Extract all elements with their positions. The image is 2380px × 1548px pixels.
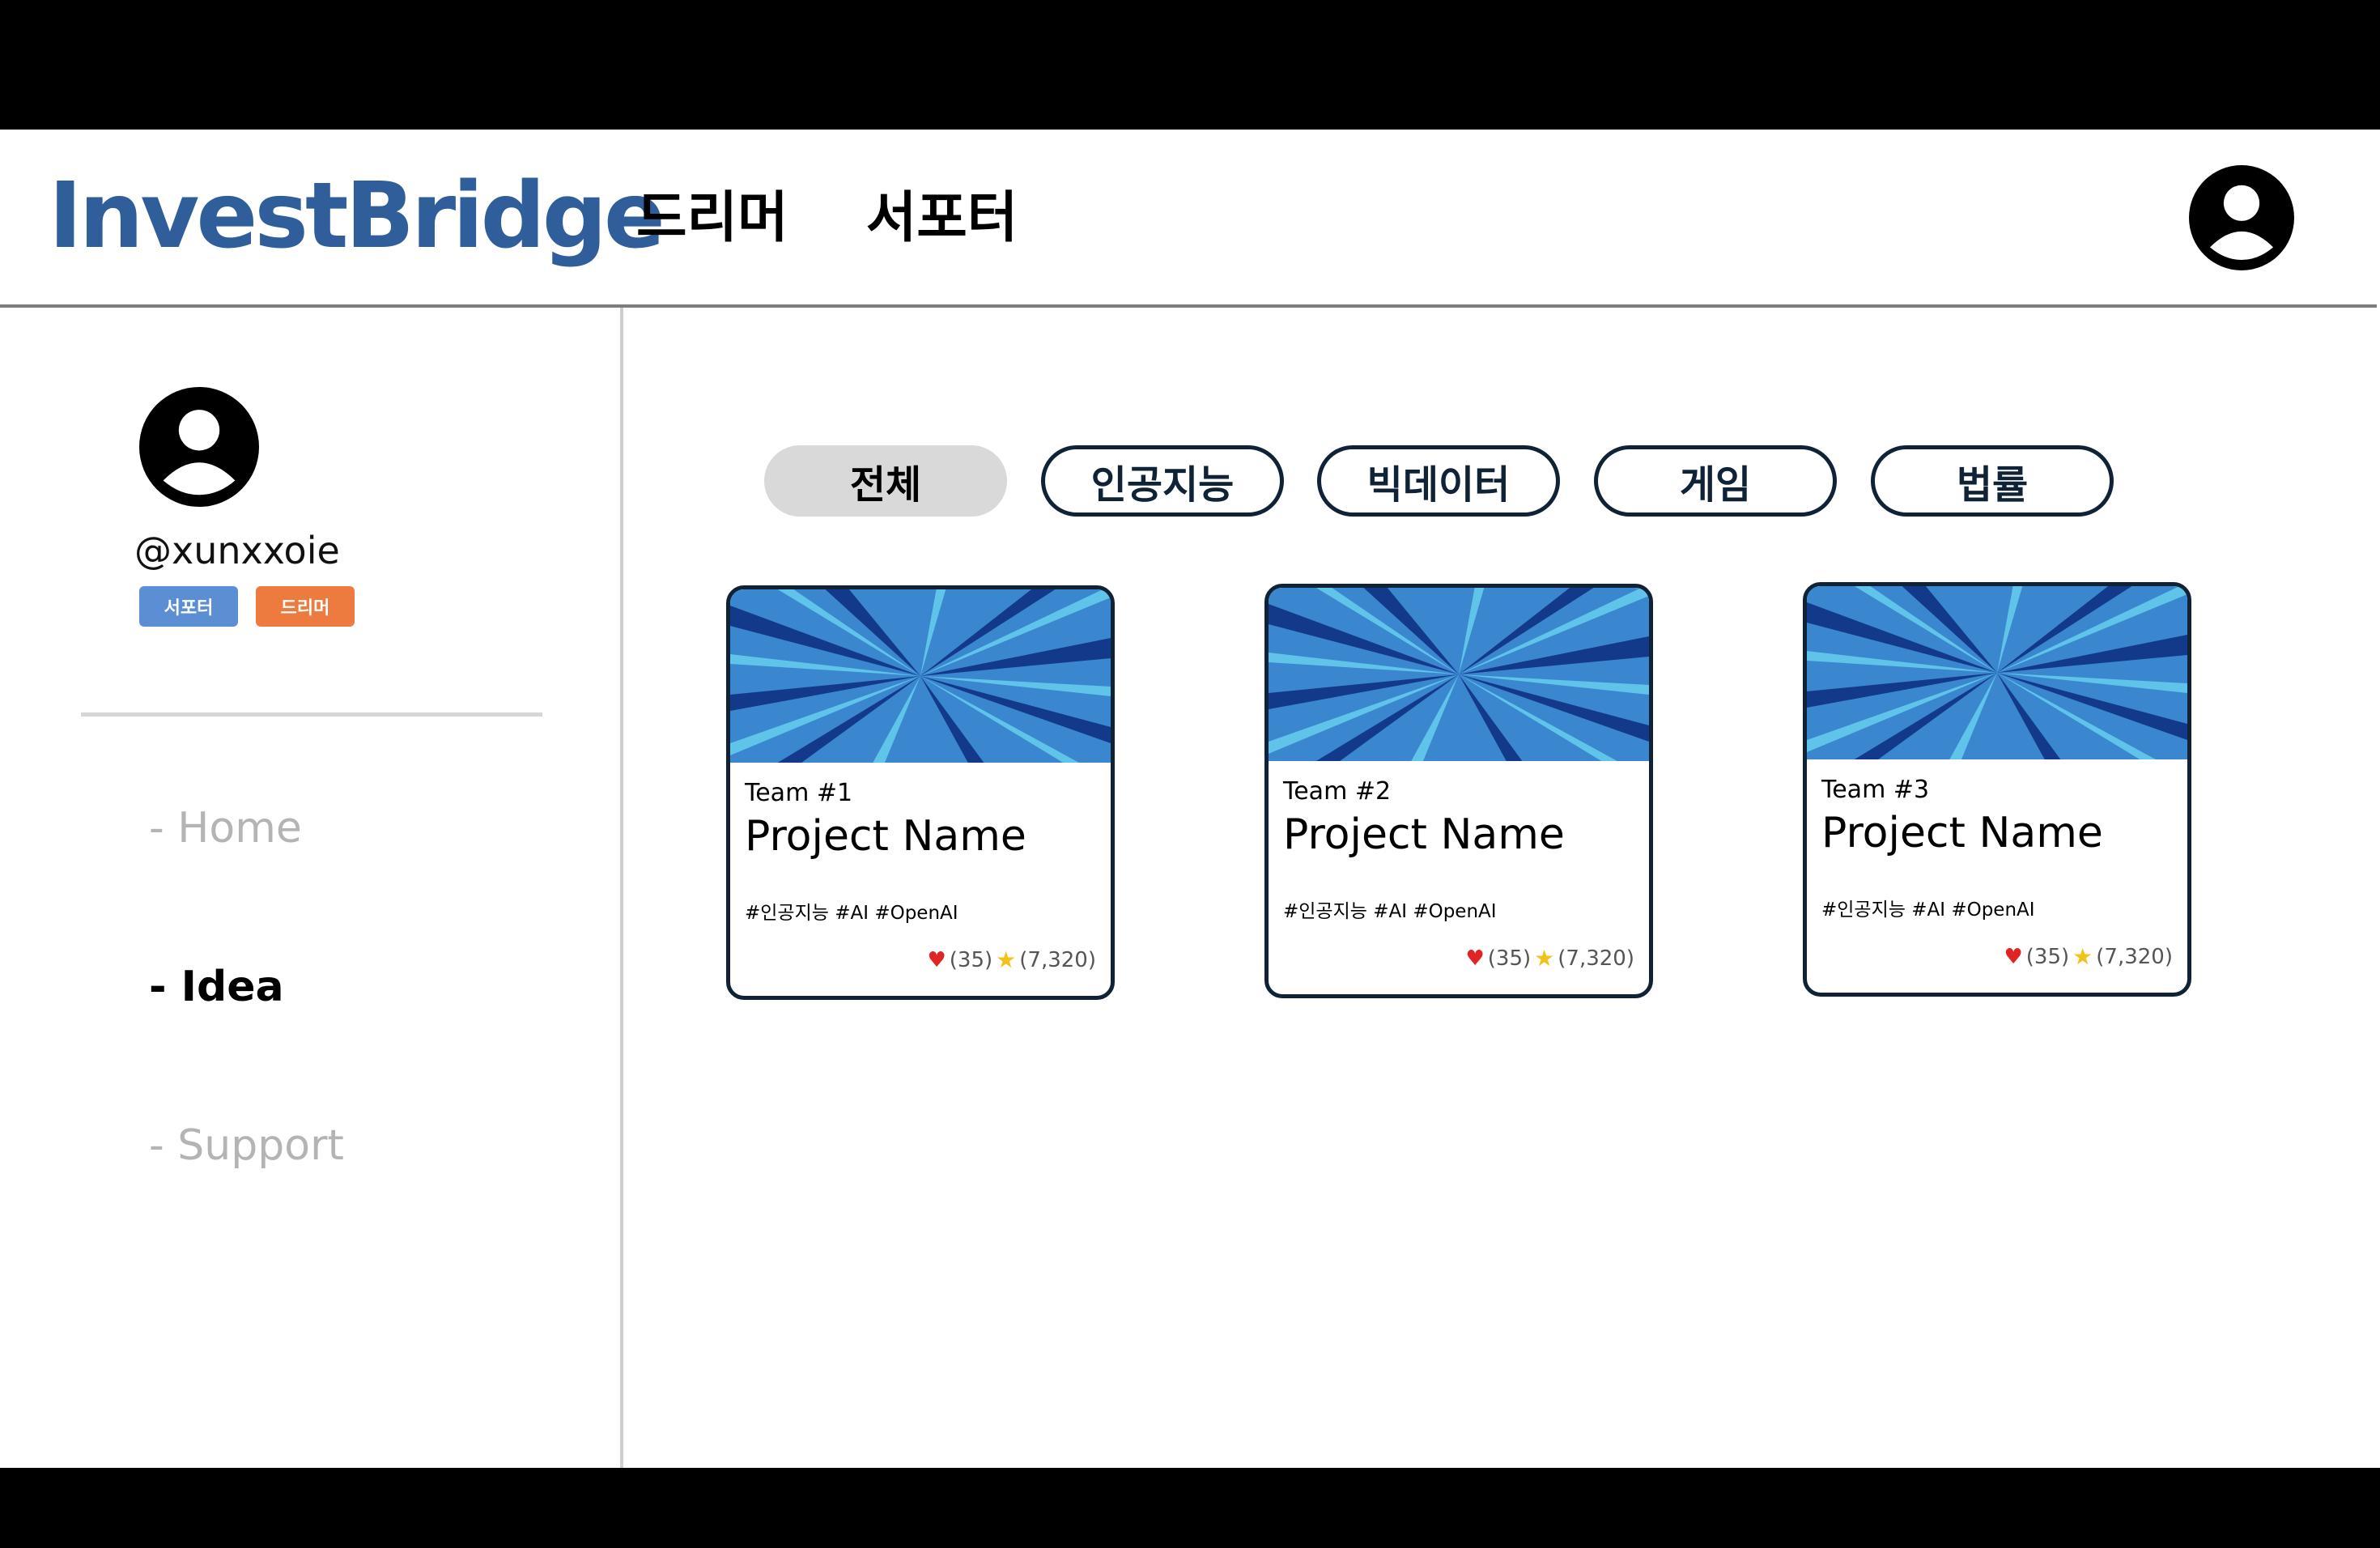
team-label: Team #2 [1283,777,1392,806]
filter-chip-ai[interactable]: 인공지능 [1041,445,1284,517]
sidebar-item-home[interactable]: - Home [149,800,302,857]
project-stats: ♥ (35) ★ (7,320) [1465,944,1634,973]
project-banner-image [1807,586,2187,759]
star-count: (7,320) [2096,945,2173,969]
team-label: Team #1 [745,779,853,807]
star-icon[interactable]: ★ [1534,944,1554,973]
like-count: (35) [1487,946,1532,971]
sidebar-divider [620,308,623,1468]
nav-dreamer[interactable]: 드리머 [636,180,788,257]
profile-username: @xunxxoie [134,529,340,572]
supporter-badge: 서포터 [139,586,238,627]
project-stats: ♥ (35) ★ (7,320) [927,946,1096,975]
star-count: (7,320) [1558,946,1634,971]
header-divider [0,304,2377,308]
dreamer-badge: 드리머 [256,586,355,627]
top-header: InvestBridge 드리머 서포터 [0,130,2380,306]
profile-avatar-icon [139,387,259,507]
logo[interactable]: InvestBridge [49,164,665,269]
like-count: (35) [2025,945,2070,969]
project-stats: ♥ (35) ★ (7,320) [2004,942,2173,972]
heart-icon[interactable]: ♥ [2004,942,2022,972]
project-card[interactable]: Team #1 Project Name #인공지능 #AI #OpenAI ♥… [726,585,1115,1000]
heart-icon[interactable]: ♥ [1465,944,1484,973]
project-banner-image [730,589,1111,763]
sidebar-item-support[interactable]: - Support [149,1117,344,1174]
heart-icon[interactable]: ♥ [927,946,946,975]
project-banner-image [1269,588,1649,761]
sidebar-item-idea[interactable]: - Idea [149,959,284,1015]
project-card[interactable]: Team #2 Project Name #인공지능 #AI #OpenAI ♥… [1264,584,1653,998]
like-count: (35) [949,948,993,972]
filter-chip-all[interactable]: 전체 [764,445,1007,517]
filter-chip-game[interactable]: 게임 [1594,445,1837,517]
filter-chip-bigdata[interactable]: 빅데이터 [1317,445,1560,517]
app-window: InvestBridge 드리머 서포터 @xunxxoie 서포터 드리머 -… [0,130,2380,1468]
project-tags: #인공지능 #AI #OpenAI [1821,899,2035,921]
sidebar-separator [81,712,542,717]
user-circle-icon[interactable] [2189,165,2294,270]
project-name: Project Name [1821,809,2103,857]
star-icon[interactable]: ★ [2072,942,2093,972]
project-tags: #인공지능 #AI #OpenAI [745,903,958,924]
project-card[interactable]: Team #3 Project Name #인공지능 #AI #OpenAI ♥… [1803,582,2191,997]
project-tags: #인공지능 #AI #OpenAI [1283,901,1497,922]
project-name: Project Name [1283,810,1565,859]
star-icon[interactable]: ★ [996,946,1016,975]
top-nav: 드리머 서포터 [636,180,1018,257]
filter-chip-law[interactable]: 법률 [1871,445,2114,517]
team-label: Team #3 [1821,776,1930,804]
star-count: (7,320) [1019,948,1096,972]
project-name: Project Name [745,812,1026,861]
nav-supporter[interactable]: 서포터 [866,180,1018,257]
